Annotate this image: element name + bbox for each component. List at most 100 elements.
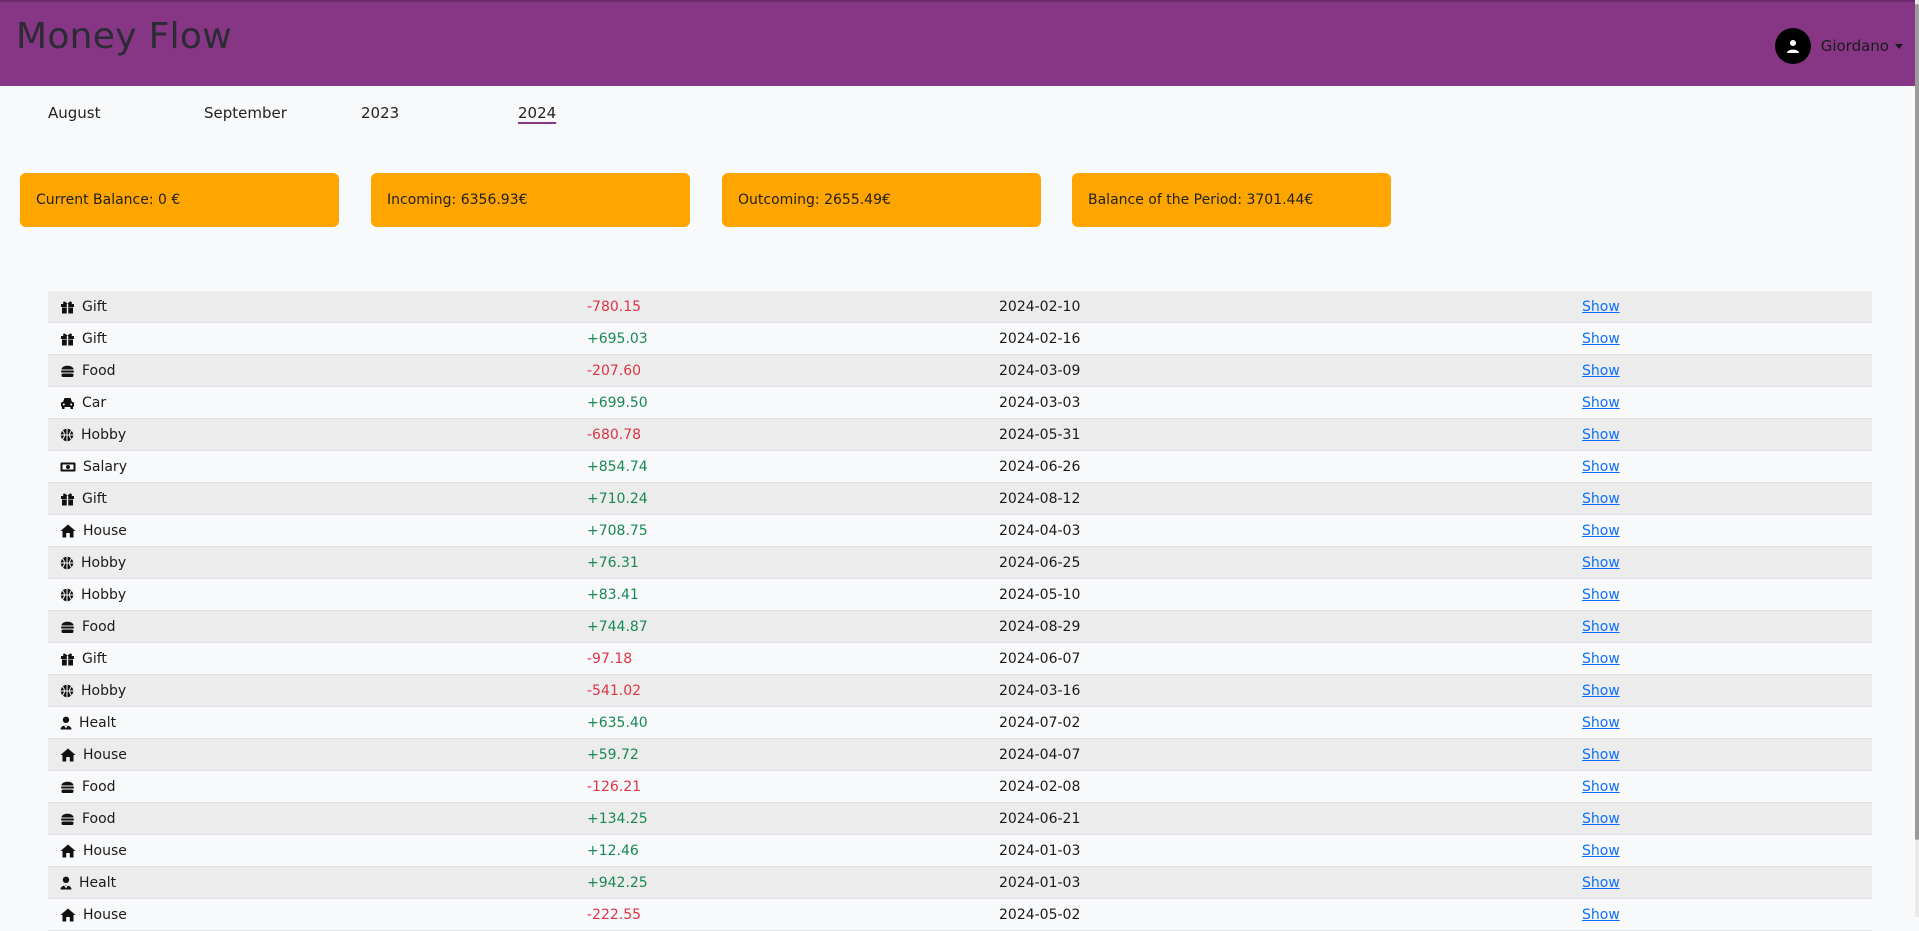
- show-link[interactable]: Show: [1582, 587, 1620, 603]
- action-cell: Show: [1582, 291, 1620, 323]
- tab-august[interactable]: August: [48, 104, 101, 122]
- category-label: Food: [82, 363, 116, 379]
- show-link[interactable]: Show: [1582, 459, 1620, 475]
- table-row: Food -207.60 2024-03-09 Show: [48, 355, 1872, 387]
- action-cell: Show: [1582, 515, 1620, 547]
- basketball-icon: [60, 556, 81, 570]
- action-cell: Show: [1582, 547, 1620, 579]
- show-link[interactable]: Show: [1582, 619, 1620, 635]
- show-link[interactable]: Show: [1582, 395, 1620, 411]
- app-title[interactable]: Money Flow: [16, 16, 232, 57]
- amount-cell: +76.31: [587, 555, 639, 571]
- date-cell: 2024-06-25: [999, 555, 1081, 571]
- date-cell: 2024-02-08: [999, 779, 1081, 795]
- date-cell: 2024-06-21: [999, 811, 1081, 827]
- tab-september[interactable]: September: [204, 104, 287, 122]
- show-link[interactable]: Show: [1582, 907, 1620, 923]
- user-icon: [1774, 28, 1811, 64]
- action-cell: Show: [1582, 643, 1620, 675]
- category-cell: Hobby: [60, 675, 126, 707]
- category-cell: Car: [60, 387, 106, 419]
- burger-icon: [60, 780, 82, 794]
- action-cell: Show: [1582, 611, 1620, 643]
- category-label: Car: [82, 395, 107, 411]
- house-icon: [60, 844, 83, 858]
- show-link[interactable]: Show: [1582, 779, 1620, 795]
- table-row: House +59.72 2024-04-07 Show: [48, 739, 1872, 771]
- category-label: House: [83, 843, 127, 859]
- action-cell: Show: [1582, 771, 1620, 803]
- category-cell: Hobby: [60, 579, 126, 611]
- table-row: Food -126.21 2024-02-08 Show: [48, 771, 1872, 803]
- date-cell: 2024-07-02: [999, 715, 1081, 731]
- amount-cell: +710.24: [587, 491, 648, 507]
- date-cell: 2024-08-12: [999, 491, 1081, 507]
- category-label: Gift: [82, 299, 107, 315]
- category-label: Food: [82, 779, 116, 795]
- action-cell: Show: [1582, 899, 1620, 931]
- category-label: Hobby: [81, 427, 127, 443]
- show-link[interactable]: Show: [1582, 747, 1620, 763]
- category-cell: Healt: [60, 867, 116, 899]
- date-cell: 2024-04-07: [999, 747, 1081, 763]
- table-row: Food +134.25 2024-06-21 Show: [48, 803, 1872, 835]
- incoming-text: Incoming: 6356.93€: [387, 192, 528, 208]
- amount-cell: -222.55: [587, 907, 642, 923]
- amount-cell: -97.18: [587, 651, 633, 667]
- incoming-card: Incoming: 6356.93€: [371, 173, 690, 227]
- show-link[interactable]: Show: [1582, 363, 1620, 379]
- show-link[interactable]: Show: [1582, 523, 1620, 539]
- show-link[interactable]: Show: [1582, 555, 1620, 571]
- category-cell: Gift: [60, 323, 107, 355]
- category-cell: Healt: [60, 707, 116, 739]
- amount-cell: +854.74: [587, 459, 648, 475]
- show-link[interactable]: Show: [1582, 491, 1620, 507]
- tab-2024[interactable]: 2024: [518, 104, 556, 122]
- category-cell: Gift: [60, 643, 107, 675]
- show-link[interactable]: Show: [1582, 331, 1620, 347]
- show-link[interactable]: Show: [1582, 299, 1620, 315]
- date-cell: 2024-05-10: [999, 587, 1081, 603]
- amount-cell: -780.15: [587, 299, 642, 315]
- category-label: Salary: [83, 459, 127, 475]
- show-link[interactable]: Show: [1582, 427, 1620, 443]
- category-label: House: [83, 523, 127, 539]
- table-row: Hobby +83.41 2024-05-10 Show: [48, 579, 1872, 611]
- category-cell: Hobby: [60, 419, 126, 451]
- amount-cell: +83.41: [587, 587, 639, 603]
- gift-icon: [60, 332, 82, 346]
- table-row: Hobby -541.02 2024-03-16 Show: [48, 675, 1872, 707]
- period-balance-text: Balance of the Period: 3701.44€: [1088, 192, 1314, 208]
- scrollbar-track[interactable]: [1915, 0, 1919, 917]
- user-name: Giordano: [1820, 37, 1889, 55]
- table-row: Gift +710.24 2024-08-12 Show: [48, 483, 1872, 515]
- tab-2023[interactable]: 2023: [361, 104, 399, 122]
- action-cell: Show: [1582, 323, 1620, 355]
- show-link[interactable]: Show: [1582, 843, 1620, 859]
- category-label: Hobby: [81, 683, 127, 699]
- show-link[interactable]: Show: [1582, 651, 1620, 667]
- basketball-icon: [60, 588, 81, 602]
- action-cell: Show: [1582, 483, 1620, 515]
- action-cell: Show: [1582, 707, 1620, 739]
- amount-cell: -126.21: [587, 779, 642, 795]
- category-label: House: [83, 747, 127, 763]
- action-cell: Show: [1582, 451, 1620, 483]
- amount-cell: +12.46: [587, 843, 639, 859]
- gift-icon: [60, 300, 82, 314]
- category-cell: House: [60, 515, 127, 547]
- date-cell: 2024-01-03: [999, 843, 1081, 859]
- show-link[interactable]: Show: [1582, 811, 1620, 827]
- category-cell: Food: [60, 771, 116, 803]
- amount-cell: +708.75: [587, 523, 648, 539]
- table-row: House +12.46 2024-01-03 Show: [48, 835, 1872, 867]
- show-link[interactable]: Show: [1582, 683, 1620, 699]
- show-link[interactable]: Show: [1582, 875, 1620, 891]
- table-row: Gift -97.18 2024-06-07 Show: [48, 643, 1872, 675]
- date-cell: 2024-05-02: [999, 907, 1081, 923]
- show-link[interactable]: Show: [1582, 715, 1620, 731]
- scrollbar-thumb[interactable]: [1915, 4, 1919, 840]
- category-label: Healt: [79, 715, 117, 731]
- table-row: Car +699.50 2024-03-03 Show: [48, 387, 1872, 419]
- user-menu[interactable]: Giordano: [1774, 26, 1903, 66]
